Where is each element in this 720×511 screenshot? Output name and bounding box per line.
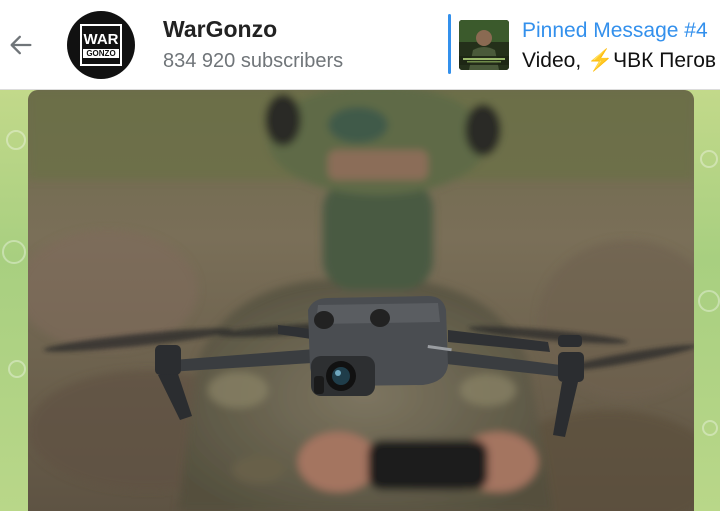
avatar-logo-line2: GONZO — [83, 49, 119, 58]
avatar-logo-line1: WAR — [83, 31, 119, 48]
chat-header: WAR GONZO WarGonzo 834 920 subscribers P… — [0, 0, 720, 90]
pattern-doodle — [700, 150, 718, 168]
arrow-left-icon — [10, 35, 32, 55]
pinned-preview-prefix: Video, — [522, 49, 587, 72]
channel-avatar[interactable]: WAR GONZO — [67, 11, 135, 79]
pinned-message[interactable]: Pinned Message #4 Video, ⚡ЧВК Пегов — [448, 14, 720, 74]
pinned-preview-text: Video, ⚡ЧВК Пегов — [522, 49, 716, 73]
pattern-doodle — [2, 240, 26, 264]
avatar-logo: WAR GONZO — [80, 24, 122, 66]
pinned-indicator-bar — [448, 14, 451, 74]
channel-title[interactable]: WarGonzo — [163, 16, 277, 43]
back-button[interactable] — [4, 26, 38, 64]
subscriber-count: 834 920 subscribers — [163, 50, 344, 72]
pattern-doodle — [698, 290, 720, 312]
pinned-thumbnail — [459, 20, 509, 70]
pinned-preview-main: ЧВК Пегов — [613, 49, 717, 72]
lightning-icon: ⚡ — [587, 49, 614, 72]
pattern-doodle — [6, 130, 26, 150]
pattern-doodle — [702, 420, 718, 436]
pinned-title: Pinned Message #4 — [522, 19, 708, 42]
pattern-doodle — [8, 360, 26, 378]
message-photo[interactable] — [28, 90, 694, 511]
